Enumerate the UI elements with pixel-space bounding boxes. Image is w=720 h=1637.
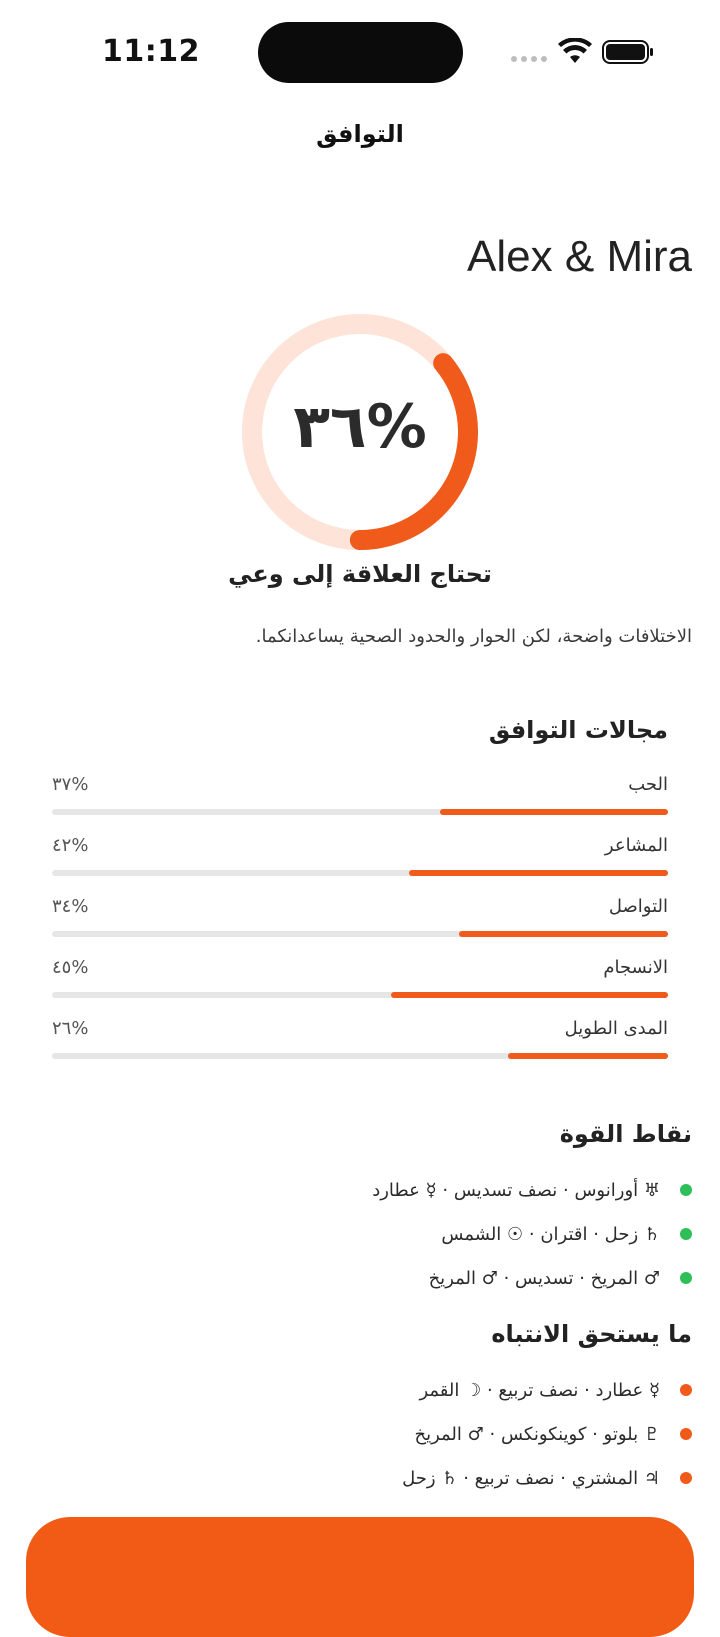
strength-dot-icon <box>680 1228 692 1240</box>
area-value: ٤٢% <box>52 835 89 856</box>
area-row: الحب ٣٧% <box>52 774 668 824</box>
attention-dot-icon <box>680 1384 692 1396</box>
area-label: المشاعر <box>604 835 668 856</box>
area-label: الحب <box>628 774 668 795</box>
aspect-text: ☿ عطارد · نصف تربيع · ☽ القمر <box>419 1379 660 1401</box>
area-progress-fill <box>458 931 668 937</box>
area-progress-track <box>52 1053 668 1059</box>
area-label: الانسجام <box>603 957 668 978</box>
area-progress-fill <box>390 992 668 998</box>
area-label: المدى الطويل <box>564 1018 668 1039</box>
area-value: ٢٦% <box>52 1018 89 1039</box>
area-progress-track <box>52 931 668 937</box>
aspect-text: ♂ المريخ · تسديس · ♂ المريخ <box>428 1267 660 1289</box>
aspect-text: ♇ بلوتو · كوينكونكس · ♂ المريخ <box>414 1423 660 1445</box>
area-progress-fill <box>409 870 668 876</box>
compatibility-verdict: تحتاج العلاقة إلى وعي <box>228 560 492 588</box>
attention-dot-icon <box>680 1472 692 1484</box>
area-progress-track <box>52 809 668 815</box>
area-value: ٣٤% <box>52 896 89 917</box>
area-row: المشاعر ٤٢% <box>52 835 668 885</box>
area-row: الانسجام ٤٥% <box>52 957 668 1007</box>
attention-list: ☿ عطارد · نصف تربيع · ☽ القمر ♇ بلوتو · … <box>52 1368 692 1500</box>
area-value: ٣٧% <box>52 774 89 795</box>
cellular-signal-icon <box>511 56 547 62</box>
strengths-section-title: نقاط القوة <box>559 1120 692 1148</box>
area-row: التواصل ٣٤% <box>52 896 668 946</box>
primary-action-button[interactable] <box>26 1517 694 1637</box>
area-progress-track <box>52 992 668 998</box>
area-progress-fill <box>507 1053 668 1059</box>
strength-dot-icon <box>680 1272 692 1284</box>
page-title: التوافق <box>316 120 404 148</box>
compatibility-percent: ٣٦% <box>293 392 427 462</box>
aspect-text: ♄ زحل · اقتران · ☉ الشمس <box>441 1223 660 1245</box>
couple-names: Alex & Mira <box>467 232 692 281</box>
area-label: التواصل <box>608 896 668 917</box>
list-item: ♄ زحل · اقتران · ☉ الشمس <box>52 1212 692 1256</box>
list-item: ♇ بلوتو · كوينكونكس · ♂ المريخ <box>52 1412 692 1456</box>
attention-dot-icon <box>680 1428 692 1440</box>
strengths-list: ♅ أورانوس · نصف تسديس · ☿ عطارد ♄ زحل · … <box>52 1168 692 1300</box>
areas-section-title: مجالات التوافق <box>488 716 668 744</box>
strength-dot-icon <box>680 1184 692 1196</box>
area-row: المدى الطويل ٢٦% <box>52 1018 668 1068</box>
status-time: 11:12 <box>102 34 200 69</box>
aspect-text: ♃ المشتري · نصف تربيع · ♄ زحل <box>402 1467 660 1489</box>
list-item: ♅ أورانوس · نصف تسديس · ☿ عطارد <box>52 1168 692 1212</box>
compatibility-summary: الاختلافات واضحة، لكن الحوار والحدود الص… <box>255 626 692 647</box>
attention-section-title: ما يستحق الانتباه <box>491 1320 692 1348</box>
list-item: ♂ المريخ · تسديس · ♂ المريخ <box>52 1256 692 1300</box>
wifi-icon <box>558 38 592 63</box>
dynamic-island <box>258 22 463 83</box>
battery-icon <box>602 40 653 64</box>
area-value: ٤٥% <box>52 957 89 978</box>
list-item: ♃ المشتري · نصف تربيع · ♄ زحل <box>52 1456 692 1500</box>
list-item: ☿ عطارد · نصف تربيع · ☽ القمر <box>52 1368 692 1412</box>
aspect-text: ♅ أورانوس · نصف تسديس · ☿ عطارد <box>372 1179 660 1201</box>
area-progress-track <box>52 870 668 876</box>
area-progress-fill <box>440 809 668 815</box>
